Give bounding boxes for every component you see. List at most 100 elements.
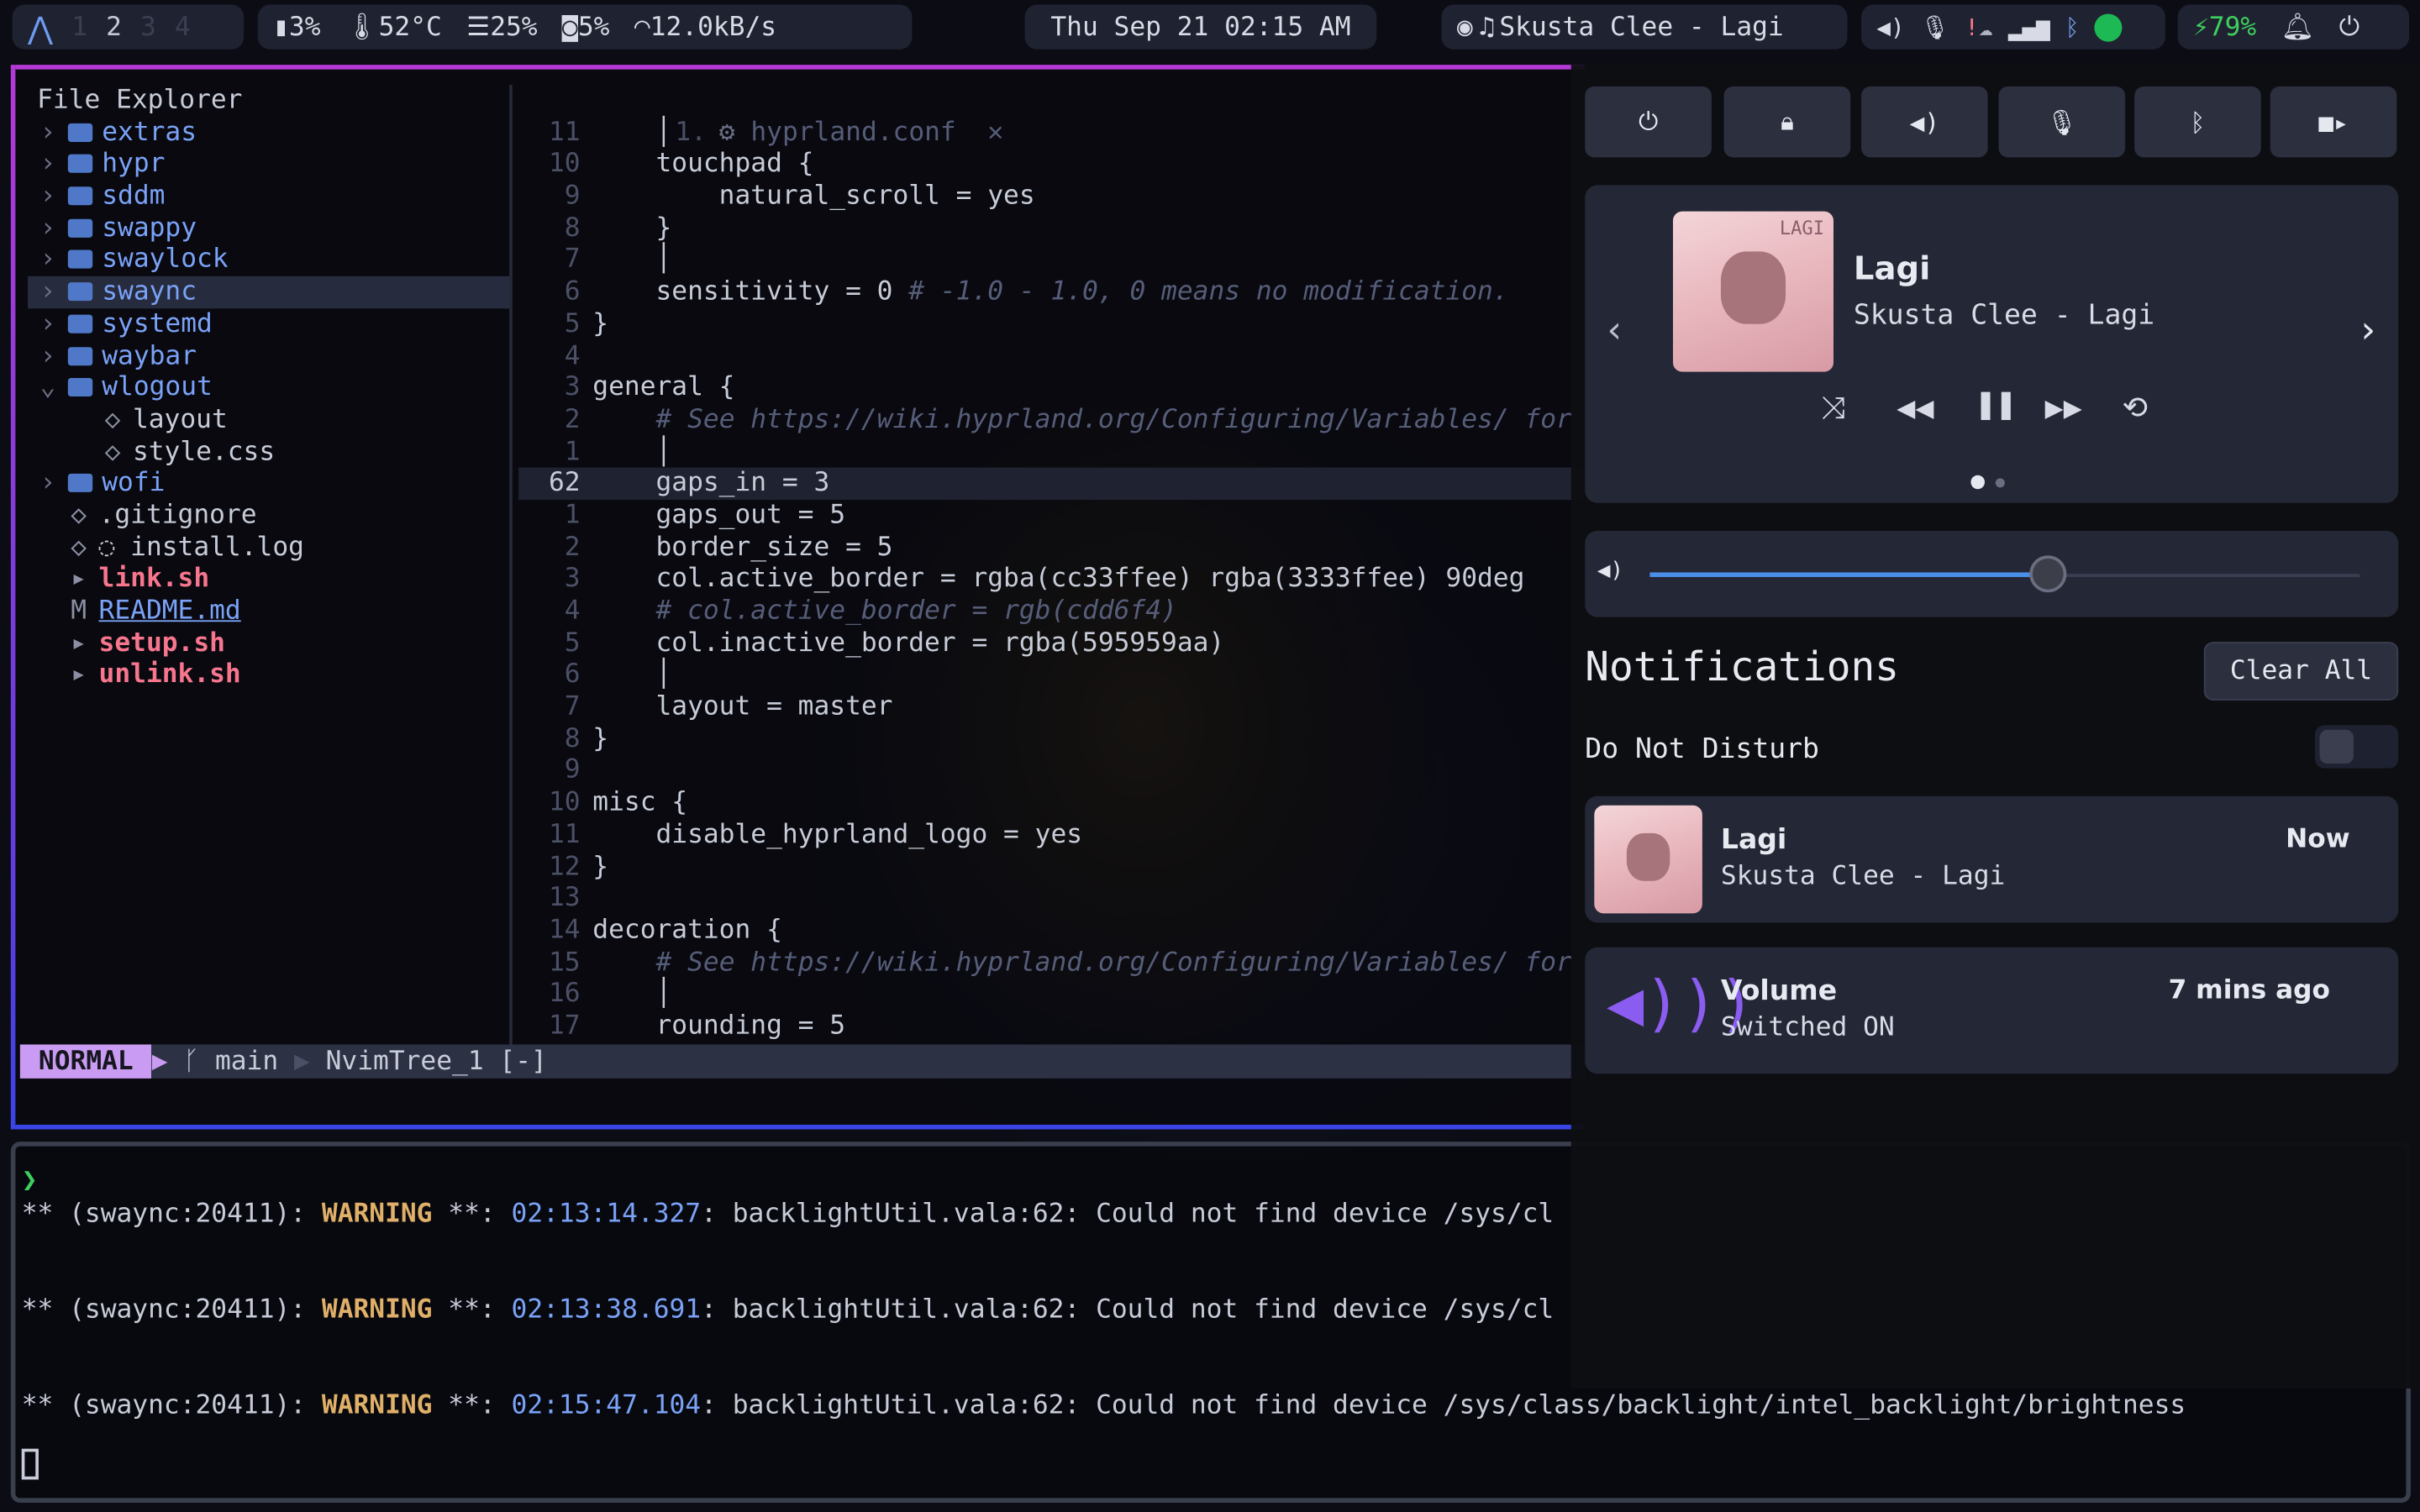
microphone-icon[interactable]: 🎙︎: [1920, 13, 1949, 41]
temp-stat[interactable]: 🌡︎52°C: [345, 12, 442, 43]
split-divider[interactable]: [509, 85, 513, 1048]
previous-player-icon[interactable]: ‹: [1603, 308, 1626, 351]
workspace-3[interactable]: 3: [140, 12, 156, 43]
bluetooth-button[interactable]: ᛒ: [2134, 86, 2261, 158]
code-line[interactable]: 1 │: [518, 436, 1583, 468]
code-editor[interactable]: 1. ⚙ hyprland.conf ✕ 11 │ 10 touchpad {9 n…: [518, 85, 1584, 1042]
code-line[interactable]: 6 sensitivity = 0 # -1.0 - 1.0, 0 means …: [518, 276, 1583, 308]
volume-knob[interactable]: [2028, 555, 2066, 593]
code-line[interactable]: 3 col.active_border = rgba(cc33ffee) rgb…: [518, 564, 1583, 596]
camera-button[interactable]: ■▸: [2270, 86, 2397, 158]
code-line[interactable]: 17 rounding = 5: [518, 1011, 1583, 1042]
page-dot[interactable]: [1995, 478, 2005, 488]
code-line[interactable]: 1 gaps_out = 5: [518, 500, 1583, 532]
explorer-item[interactable]: ◇ style.css: [28, 436, 509, 468]
lock-button[interactable]: 🔒︎: [1723, 86, 1851, 158]
power-button[interactable]: ⏻: [1585, 86, 1712, 158]
code-line[interactable]: 8 }: [518, 213, 1583, 244]
disk-stat[interactable]: ◙ 5%: [562, 12, 609, 43]
explorer-item-label: layout: [132, 403, 228, 435]
code-line[interactable]: 10 touchpad {: [518, 149, 1583, 181]
code-line[interactable]: 5}: [518, 308, 1583, 340]
explorer-item[interactable]: ⌄ wlogout: [28, 372, 509, 404]
explorer-item[interactable]: › extras: [28, 117, 509, 149]
notification-time: 7 mins ago: [2168, 974, 2330, 1006]
cpu-stat[interactable]: ▮ 3%: [273, 12, 320, 43]
rewind-icon[interactable]: ◀◀: [1897, 389, 1933, 426]
cloud-icon[interactable]: !☁: [1965, 13, 1992, 41]
explorer-header: File Explorer: [37, 85, 243, 116]
spotify-icon[interactable]: [2094, 13, 2123, 41]
audio-button[interactable]: ◀): [1861, 86, 1988, 158]
explorer-item[interactable]: › sddm: [28, 181, 509, 213]
bluetooth-icon[interactable]: ᛒ: [2065, 13, 2080, 41]
code-line[interactable]: 5 col.inactive_border = rgba(595959aa): [518, 627, 1583, 659]
explorer-item[interactable]: › swaync: [28, 276, 510, 308]
code-line[interactable]: 2 border_size = 5: [518, 532, 1583, 564]
code-line[interactable]: 62 gaps_in = 3: [518, 467, 1584, 500]
code-line[interactable]: 4: [518, 340, 1583, 372]
code-line[interactable]: 12}: [518, 851, 1583, 883]
bell-icon[interactable]: 🔔︎: [2281, 12, 2315, 43]
code-text: sensitivity = 0: [592, 276, 909, 307]
explorer-item[interactable]: ▸ unlink.sh: [28, 659, 509, 691]
media-module[interactable]: ◉ ♫ Skusta Clee - Lagi: [1441, 4, 1848, 50]
explorer-item[interactable]: › wofi: [28, 468, 509, 500]
notification-card[interactable]: Lagi Skusta Clee - Lagi Now: [1585, 795, 2399, 923]
workspace-2[interactable]: 2: [106, 12, 122, 43]
explorer-item[interactable]: ◇ .gitignore: [28, 500, 509, 532]
explorer-item[interactable]: ◇ layout: [28, 404, 509, 436]
power-icon[interactable]: ⏻: [2339, 12, 2360, 43]
code-line[interactable]: 16 │: [518, 979, 1583, 1011]
mic-button[interactable]: 🎙︎: [1998, 86, 2126, 158]
memory-stat[interactable]: ☰ 25%: [466, 12, 537, 43]
dnd-toggle[interactable]: [2315, 725, 2399, 769]
network-stat[interactable]: ◠12.0kB/s: [634, 12, 776, 43]
fold-icon: ›: [39, 117, 56, 148]
explorer-item[interactable]: › systemd: [28, 308, 509, 340]
explorer-item[interactable]: ◇ ◌ install.log: [28, 532, 509, 564]
tab-hyprland-conf[interactable]: hyprland.conf: [750, 117, 955, 148]
code-line[interactable]: 2 # See https://wiki.hyprland.org/Config…: [518, 404, 1583, 436]
line-number: 17: [548, 1010, 581, 1042]
notification-card[interactable]: ◀))) Volume Switched ON 7 mins ago: [1585, 947, 2399, 1074]
code-line[interactable]: 15 # See https://wiki.hyprland.org/Confi…: [518, 947, 1583, 979]
close-icon[interactable]: ✕: [987, 117, 1003, 148]
code-text: │: [592, 435, 672, 467]
explorer-item[interactable]: › swappy: [28, 213, 509, 244]
file-icon: ◇: [71, 531, 87, 563]
explorer-item[interactable]: ▸ link.sh: [28, 564, 509, 596]
code-line[interactable]: 6 │: [518, 659, 1583, 691]
explorer-item[interactable]: › waybar: [28, 340, 509, 372]
fast-forward-icon[interactable]: ▶▶: [2045, 389, 2082, 426]
code-line[interactable]: 13: [518, 883, 1583, 915]
code-line[interactable]: 7 layout = master: [518, 691, 1583, 723]
speaker-icon[interactable]: ◀): [1876, 13, 1904, 41]
next-player-icon[interactable]: ›: [2357, 308, 2380, 351]
explorer-item[interactable]: › hypr: [28, 149, 509, 181]
code-line[interactable]: 9: [518, 755, 1583, 787]
arch-logo-icon[interactable]: ⋀: [28, 8, 53, 45]
code-line[interactable]: 3 general {: [518, 372, 1583, 404]
workspace-1[interactable]: 1: [71, 12, 87, 43]
battery-stat[interactable]: ⚡79%: [2193, 12, 2256, 43]
code-line[interactable]: 9 natural_scroll = yes: [518, 181, 1583, 213]
pause-icon[interactable]: ❚❚: [1975, 386, 2017, 424]
clock[interactable]: Thu Sep 21 02:15 AM: [1024, 4, 1377, 50]
volume-slider-card: ◀): [1585, 530, 2399, 617]
repeat-icon[interactable]: ⟲: [2122, 389, 2148, 426]
code-line[interactable]: 8}: [518, 723, 1583, 755]
explorer-item[interactable]: ▸ setup.sh: [28, 627, 509, 659]
code-line[interactable]: 10 misc {: [518, 787, 1583, 819]
shuffle-icon[interactable]: ⤨: [1821, 389, 1845, 426]
code-line[interactable]: 4 # col.active_border = rgb(cdd6f4): [518, 596, 1583, 627]
explorer-item[interactable]: M README.md: [28, 596, 509, 627]
explorer-item[interactable]: › swaylock: [28, 244, 509, 276]
code-line[interactable]: 11 disable_hyprland_logo = yes: [518, 819, 1583, 851]
signal-icon[interactable]: ▂▄▆: [2008, 13, 2050, 41]
code-line[interactable]: 14 decoration {: [518, 915, 1583, 947]
page-dot-active[interactable]: [1970, 475, 1985, 490]
clear-all-button[interactable]: Clear All: [2203, 642, 2399, 701]
workspace-4[interactable]: 4: [175, 12, 191, 43]
code-line[interactable]: 7 │: [518, 244, 1583, 276]
